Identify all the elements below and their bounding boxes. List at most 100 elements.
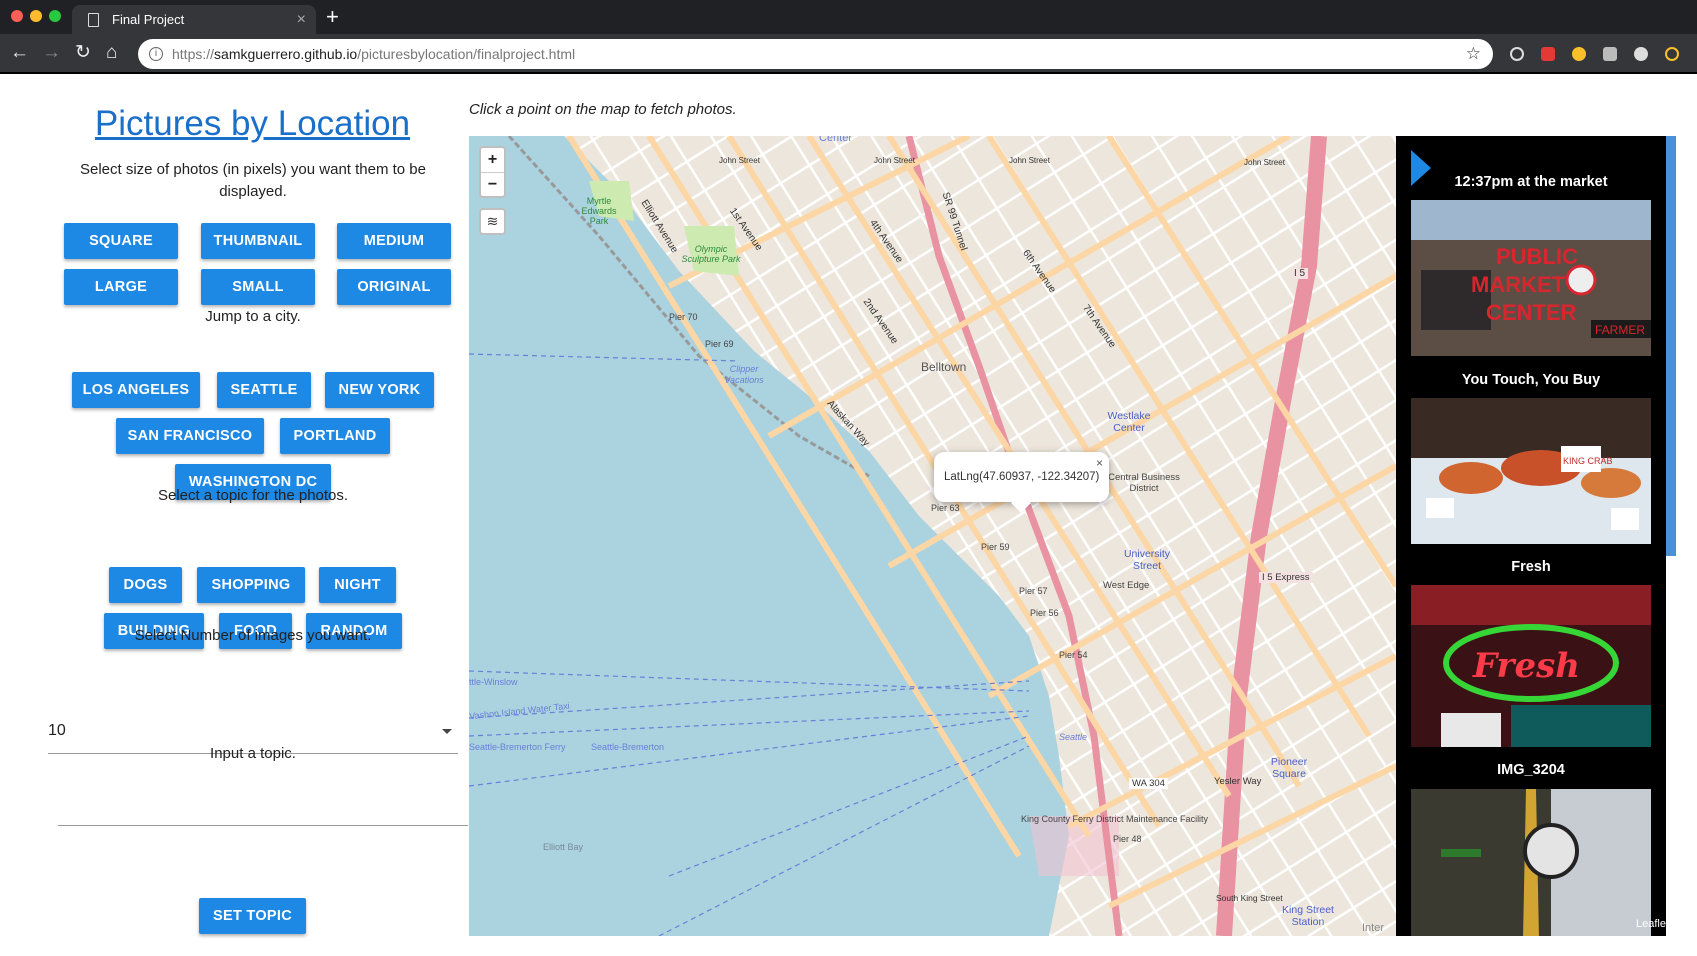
size-button-thumbnail[interactable]: THUMBNAIL [201, 223, 315, 259]
city-button-seattle[interactable]: SEATTLE [217, 372, 311, 408]
seafood-price-sign [1611, 508, 1639, 530]
map-tiles[interactable] [469, 136, 1396, 936]
photo-title: You Touch, You Buy [1461, 372, 1601, 388]
extension-gear-icon[interactable] [1510, 47, 1524, 61]
zoom-control: + − [479, 146, 506, 198]
browser-titlebar: Final Project × + [0, 0, 1697, 34]
topic-prompt: Select a topic for the photos. [157, 487, 349, 504]
map-hint: Click a point on the map to fetch photos… [469, 101, 737, 118]
market-sign-farmer: FARMER [1595, 323, 1645, 337]
map-label-westlake: Westlake Center [1107, 410, 1151, 434]
popup-close-icon[interactable]: × [1096, 438, 1103, 488]
topic-input[interactable] [58, 794, 468, 826]
topic-button-shopping[interactable]: SHOPPING [197, 567, 305, 603]
map-label-john: John Street [719, 156, 760, 165]
map-label-olympic: Olympic Sculpture Park [681, 244, 741, 264]
size-prompt: Select size of photos (in pixels) you wa… [79, 161, 426, 200]
market-sign-center: CENTER [1486, 300, 1577, 325]
pedestrian-signal-icon [1523, 823, 1579, 879]
new-tab-button[interactable]: + [326, 4, 339, 30]
city-button-san-francisco[interactable]: SAN FRANCISCO [116, 418, 264, 454]
map-label-i5: I 5 [1291, 268, 1309, 279]
map-label-pier-57: Pier 57 [1019, 586, 1048, 596]
forward-icon[interactable]: → [42, 42, 61, 64]
market-clock [1565, 264, 1597, 296]
size-button-original[interactable]: ORIGINAL [337, 269, 451, 305]
image-count-value: 10 [48, 722, 66, 739]
home-icon[interactable]: ⌂ [106, 42, 117, 64]
url-host: samkguerrero.github.io [214, 46, 358, 62]
map-label-pier-56: Pier 56 [1030, 608, 1059, 618]
back-icon[interactable]: ← [10, 42, 29, 64]
photo-title: Fresh [1511, 559, 1551, 575]
layers-icon[interactable]: ≋ [479, 208, 506, 235]
dropdown-arrow-icon [442, 729, 452, 734]
market-sign-public: PUBLIC [1496, 244, 1578, 269]
map-label-winslow: ttle-Winslow [469, 677, 518, 687]
topic-button-dogs[interactable]: DOGS [109, 567, 182, 603]
map-label-wa304: WA 304 [1129, 778, 1168, 789]
reload-icon[interactable]: ↻ [75, 42, 91, 64]
extension-gray-icon[interactable] [1603, 47, 1617, 61]
zoom-out-button[interactable]: − [481, 173, 504, 197]
photo-img-3204[interactable] [1411, 789, 1651, 936]
page-icon [88, 13, 99, 27]
photo-panel: 12:37pm at the market PUBLIC MARKET CENT… [1396, 136, 1666, 936]
photo-seafood-graphic: KING CRAB [1411, 398, 1651, 544]
url-path: /picturesbylocation/finalproject.html [357, 46, 576, 62]
photo-title: IMG_3204 [1497, 762, 1565, 778]
city-button-portland[interactable]: PORTLAND [280, 418, 390, 454]
seafood-price-sign [1426, 498, 1454, 518]
photo-fresh-neon[interactable]: Fresh [1411, 585, 1651, 747]
map-label-pier-63: Pier 63 [931, 503, 960, 513]
url-scheme: https:// [172, 46, 215, 62]
fresh-sign-board [1441, 713, 1501, 747]
market-clouds [1411, 200, 1651, 240]
map-label-pioneer: Pioneer Square [1270, 756, 1308, 780]
count-prompt: Select Number of images you want. [134, 627, 372, 644]
photo-public-market[interactable]: PUBLIC MARKET CENTER FARMER [1411, 200, 1651, 356]
map-label-i5-express: I 5 Express [1259, 572, 1313, 583]
size-button-large[interactable]: LARGE [64, 269, 178, 305]
city-prompt: Jump to a city. [205, 308, 301, 325]
map-label-pier-69: Pier 69 [705, 339, 734, 349]
size-button-square[interactable]: SQUARE [64, 223, 178, 259]
minimize-window-button[interactable] [30, 10, 42, 22]
photo-seafood[interactable]: KING CRAB [1411, 398, 1651, 544]
city-button-new-york[interactable]: NEW YORK [325, 372, 434, 408]
map-label-john: John Street [1244, 158, 1285, 167]
browser-tab[interactable]: Final Project × [72, 5, 316, 34]
close-tab-icon[interactable]: × [297, 5, 306, 34]
photo-panel-scrollbar[interactable] [1666, 136, 1676, 556]
page-title[interactable]: Pictures by Location [0, 104, 505, 144]
map-label-pier-70: Pier 70 [669, 312, 698, 322]
address-bar[interactable]: i https://samkguerrero.github.io/picture… [138, 39, 1493, 69]
map-label-west-edge: West Edge [1103, 580, 1150, 591]
extension-orange-icon[interactable] [1665, 47, 1679, 61]
map-label-pier-59: Pier 59 [981, 542, 1010, 552]
map-label-king-station: King Street Station [1282, 904, 1334, 928]
latlng-popup: LatLng(47.60937, -122.34207) × [934, 452, 1109, 513]
bookmark-star-icon[interactable]: ☆ [1466, 39, 1481, 69]
info-icon[interactable]: i [149, 47, 163, 61]
city-button-los-angeles[interactable]: LOS ANGELES [72, 372, 200, 408]
tab-title: Final Project [112, 12, 185, 27]
maximize-window-button[interactable] [49, 10, 61, 22]
market-sign-market: MARKET [1471, 272, 1566, 297]
street-sign [1441, 849, 1481, 857]
size-button-small[interactable]: SMALL [201, 269, 315, 305]
extension-white-icon[interactable] [1634, 47, 1648, 61]
size-button-medium[interactable]: MEDIUM [337, 223, 451, 259]
popup-text: LatLng(47.60937, -122.34207) [944, 471, 1100, 483]
map-label-ferry-facility: King County Ferry District Maintenance F… [1021, 814, 1209, 824]
zoom-in-button[interactable]: + [481, 148, 504, 172]
close-window-button[interactable] [11, 10, 23, 22]
controls-panel: Pictures by Location Select size of phot… [0, 74, 468, 956]
leaflet-attribution[interactable]: Leaflet [1636, 918, 1669, 930]
topic-button-night[interactable]: NIGHT [319, 567, 396, 603]
extension-red-icon[interactable] [1541, 47, 1555, 61]
set-topic-button[interactable]: SET TOPIC [199, 898, 306, 934]
map-label-myrtle: Myrtle Edwards Park [581, 196, 617, 226]
map-view[interactable]: Center John Street John Street John Stre… [469, 136, 1396, 936]
extension-yellow-icon[interactable] [1572, 47, 1586, 61]
